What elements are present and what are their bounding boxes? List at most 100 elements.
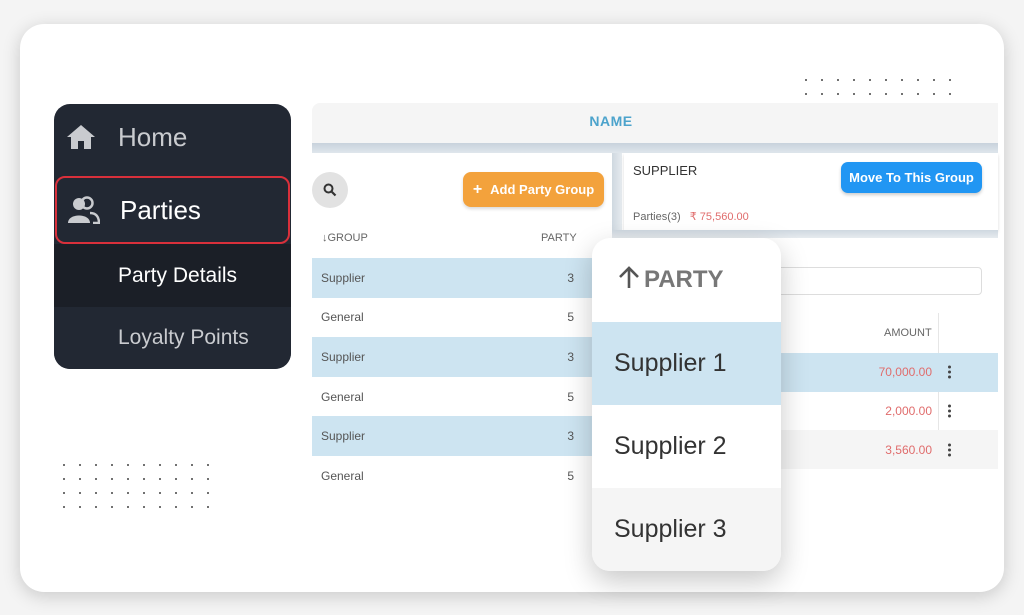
table-row[interactable]: General 5	[312, 377, 612, 417]
dot	[143, 464, 145, 466]
search-icon	[323, 183, 337, 197]
plus-icon: +	[472, 180, 483, 198]
dot	[853, 93, 855, 95]
supplier-card: SUPPLIER Parties(3) ₹ 75,560.00 Move To …	[624, 153, 998, 230]
dot	[63, 464, 65, 466]
more-options-icon[interactable]	[948, 404, 951, 418]
total-amount: ₹ 75,560.00	[689, 211, 749, 223]
dot	[127, 478, 129, 480]
dot	[207, 478, 209, 480]
dot	[143, 492, 145, 494]
dot	[111, 506, 113, 508]
tab-bar: NAME	[312, 103, 998, 145]
dot	[95, 464, 97, 466]
dot	[191, 478, 193, 480]
table-row[interactable]: Supplier 3	[312, 258, 612, 298]
amount-column-header[interactable]: AMOUNT	[884, 327, 932, 339]
dot	[207, 506, 209, 508]
dot	[63, 506, 65, 508]
party-count: 5	[567, 468, 574, 483]
add-party-group-button[interactable]: + Add Party Group	[463, 172, 604, 207]
more-options-icon[interactable]	[948, 443, 951, 457]
dot	[95, 492, 97, 494]
dot	[869, 79, 871, 81]
party-count: 3	[567, 429, 574, 444]
add-party-group-label: Add Party Group	[490, 182, 595, 197]
party-count: 3	[567, 270, 574, 285]
dot	[901, 93, 903, 95]
party-count: 5	[567, 389, 574, 404]
sidebar-item-label: Home	[118, 121, 188, 152]
tab-name[interactable]: NAME	[312, 113, 910, 129]
party-popup-item[interactable]: Supplier 2	[592, 405, 781, 488]
decorative-dots-bottom	[63, 464, 209, 508]
group-name: Supplier	[321, 270, 366, 285]
divider	[312, 143, 998, 153]
sidebar-item-home[interactable]: Home	[54, 104, 291, 170]
dot	[175, 506, 177, 508]
group-name: Supplier	[321, 349, 366, 364]
dot	[111, 478, 113, 480]
dot	[143, 478, 145, 480]
table-row[interactable]: General 5	[312, 456, 612, 496]
party-count: 3	[567, 349, 574, 364]
sidebar-item-party-details[interactable]: Party Details	[54, 244, 291, 307]
supplier-meta: Parties(3) ₹ 75,560.00	[633, 210, 749, 223]
dot	[191, 506, 193, 508]
dot	[885, 79, 887, 81]
home-icon	[56, 123, 106, 151]
amount: 70,000.00	[878, 365, 932, 380]
dot	[933, 93, 935, 95]
dot	[821, 93, 823, 95]
amount: 2,000.00	[885, 404, 932, 419]
party-popup-header[interactable]: PARTY	[592, 238, 781, 322]
group-column-header[interactable]: ↓GROUP	[322, 232, 368, 244]
dot	[917, 93, 919, 95]
dot	[111, 492, 113, 494]
dot	[901, 79, 903, 81]
search-button[interactable]	[312, 172, 348, 208]
dot	[159, 506, 161, 508]
dot	[127, 492, 129, 494]
dot	[949, 93, 951, 95]
dot	[175, 478, 177, 480]
table-row[interactable]: General 5	[312, 298, 612, 338]
dot	[63, 478, 65, 480]
sidebar: Home Parties Party Details Loyalty Point…	[54, 104, 291, 369]
group-name: Supplier	[321, 429, 366, 444]
dot	[79, 492, 81, 494]
move-to-group-button[interactable]: Move To This Group	[841, 162, 982, 193]
dot	[853, 79, 855, 81]
dot	[949, 79, 951, 81]
dot	[933, 79, 935, 81]
dot	[159, 478, 161, 480]
group-name: General	[321, 389, 364, 404]
sidebar-item-loyalty-points[interactable]: Loyalty Points	[54, 307, 291, 369]
dot	[837, 93, 839, 95]
dot	[63, 492, 65, 494]
dot	[869, 93, 871, 95]
dot	[805, 79, 807, 81]
dot	[79, 478, 81, 480]
dot	[837, 79, 839, 81]
dot	[917, 79, 919, 81]
dot	[159, 464, 161, 466]
dot	[79, 506, 81, 508]
table-row[interactable]: Supplier 3	[312, 337, 612, 377]
parties-count: Parties(3)	[633, 211, 681, 223]
dot	[821, 79, 823, 81]
sidebar-item-parties[interactable]: Parties	[55, 176, 290, 244]
party-column-header[interactable]: PARTY	[541, 232, 577, 244]
dot	[159, 492, 161, 494]
sidebar-item-label: Loyalty Points	[118, 326, 249, 349]
party-popup-item[interactable]: Supplier 1	[592, 322, 781, 405]
table-row[interactable]: Supplier 3	[312, 416, 612, 456]
amount: 3,560.00	[885, 442, 932, 457]
party-popup-title: PARTY	[644, 266, 724, 293]
more-options-icon[interactable]	[948, 365, 951, 379]
party-popup-item[interactable]: Supplier 3	[592, 488, 781, 571]
dot	[79, 464, 81, 466]
party-search-input[interactable]	[772, 267, 982, 295]
group-header-label: GROUP	[327, 232, 368, 244]
dot	[885, 93, 887, 95]
